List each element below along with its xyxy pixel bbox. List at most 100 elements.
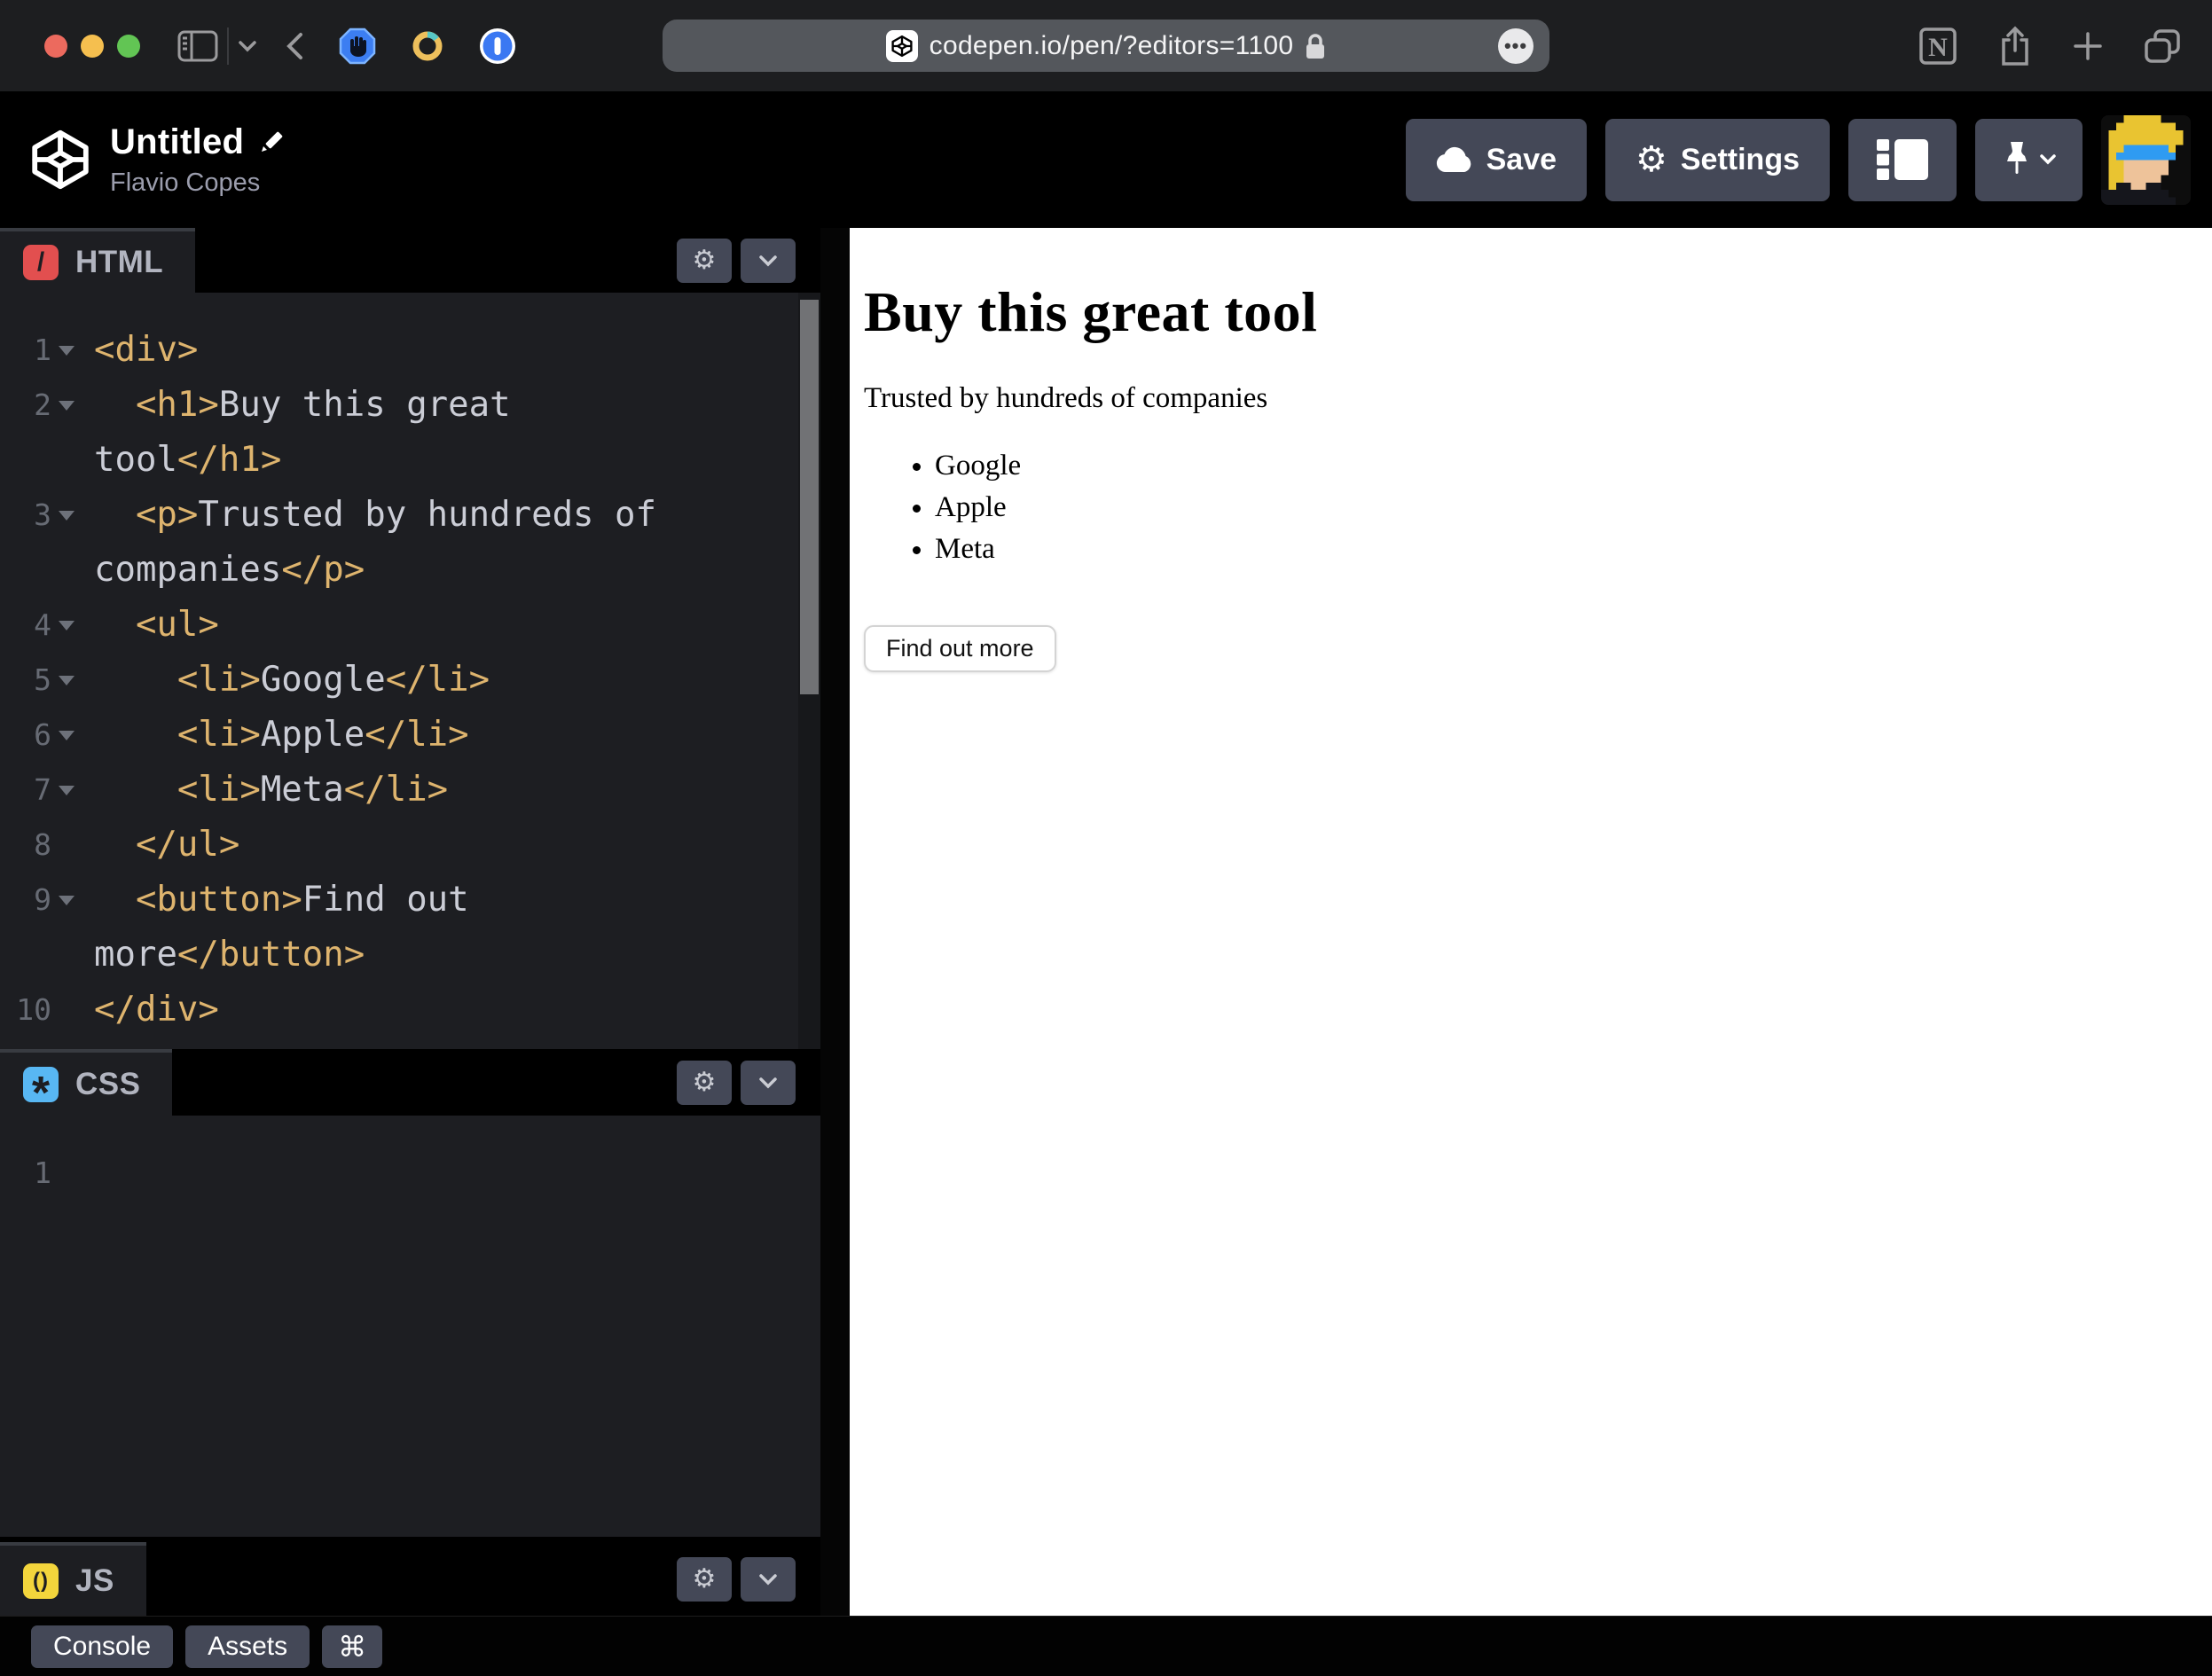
line-gutter[interactable] [0, 928, 82, 983]
line-number: 2 [34, 388, 51, 422]
zoom-window-button[interactable] [117, 34, 140, 58]
code-tag: <li> [176, 660, 261, 700]
js-collapse-button[interactable] [741, 1556, 796, 1602]
preview-heading: Buy this great tool [864, 280, 1318, 343]
sidebar-toggle-icon[interactable] [177, 30, 218, 62]
console-button[interactable]: Console [31, 1625, 174, 1668]
fold-arrow-icon[interactable] [59, 396, 76, 414]
code-text: <li>Apple</li> [82, 708, 469, 763]
change-view-button[interactable] [1848, 118, 1957, 201]
line-gutter[interactable]: 4 [0, 598, 82, 653]
code-text: tool</h1> [82, 433, 281, 488]
line-gutter[interactable] [0, 543, 82, 598]
code-tag: <li> [176, 770, 261, 810]
minimize-window-button[interactable] [81, 34, 104, 58]
notion-extension-icon[interactable]: N [1918, 26, 1958, 67]
codepen-logo[interactable] [28, 128, 92, 192]
fold-arrow-placeholder [59, 836, 76, 854]
line-number: 7 [34, 772, 51, 807]
code-tag: <li> [176, 715, 261, 755]
find-out-more-button[interactable]: Find out more [864, 625, 1056, 672]
ring-extension-icon[interactable] [410, 28, 445, 64]
code-text: <div> [82, 323, 198, 378]
pin-button[interactable] [1975, 118, 2083, 201]
url-text: codepen.io/pen/?editors=1100 [929, 30, 1294, 60]
tab-html[interactable]: / HTML [0, 228, 196, 293]
css-settings-button[interactable]: ⚙ [677, 1060, 732, 1105]
line-gutter[interactable]: 9 [0, 873, 82, 928]
fold-arrow-icon[interactable] [59, 891, 76, 909]
line-gutter[interactable]: 8 [0, 818, 82, 873]
code-text: <h1>Buy this great [82, 378, 511, 433]
address-bar[interactable]: codepen.io/pen/?editors=1100 ••• [663, 20, 1549, 72]
fold-arrow-placeholder [59, 561, 76, 579]
line-number: 9 [34, 882, 51, 917]
code-tag: </li> [365, 715, 469, 755]
back-button-icon[interactable] [284, 31, 305, 61]
onepassword-extension-icon[interactable] [479, 27, 516, 65]
html-settings-button[interactable]: ⚙ [677, 238, 732, 283]
page-settings-icon[interactable]: ••• [1498, 27, 1533, 64]
tab-css[interactable]: * CSS [0, 1049, 173, 1119]
fold-arrow-icon[interactable] [59, 726, 76, 744]
code-text: <p>Trusted by hundreds of [82, 488, 656, 543]
code-line: 8 </ul> [0, 818, 820, 873]
pen-author[interactable]: Flavio Copes [110, 168, 285, 198]
save-button[interactable]: Save [1405, 118, 1588, 201]
toolbar-separator [227, 27, 229, 65]
line-gutter[interactable] [0, 433, 82, 488]
scrollbar-thumb[interactable] [800, 300, 819, 694]
user-avatar[interactable] [2101, 114, 2191, 205]
css-code-editor[interactable]: 1 [0, 1116, 820, 1537]
line-number: 3 [34, 497, 51, 532]
code-line: 9 <button>Find out [0, 873, 820, 928]
preview-list-item: Google [935, 445, 2198, 487]
code-tag: </p> [281, 550, 365, 590]
code-tag: </ul> [135, 825, 240, 865]
html-code-editor[interactable]: 1 <div> 2 <h1>Buy this great tool</h1> 3 <p>Tr… [0, 293, 820, 1049]
js-settings-button[interactable]: ⚙ [677, 1556, 732, 1602]
fold-arrow-icon[interactable] [59, 506, 76, 524]
line-gutter[interactable]: 1 [0, 323, 82, 378]
pen-title-block: Untitled Flavio Copes [110, 122, 285, 198]
css-editor-section: * CSS ⚙ 1 [0, 1049, 820, 1537]
tab-js[interactable]: () JS [0, 1542, 146, 1616]
code-text: <li>Meta</li> [82, 763, 448, 818]
line-gutter[interactable]: 3 [0, 488, 82, 543]
code-text: <button>Find out [82, 873, 469, 928]
fold-arrow-icon[interactable] [59, 781, 76, 799]
share-icon[interactable] [1997, 25, 2033, 67]
css-collapse-button[interactable] [741, 1060, 796, 1105]
codepen-favicon [885, 29, 918, 62]
tab-overview-icon[interactable] [2143, 27, 2182, 65]
header-actions: Save ⚙ Settings [1405, 114, 2191, 205]
fold-arrow-icon[interactable] [59, 671, 76, 689]
code-text: <li>Google</li> [82, 653, 490, 708]
line-gutter[interactable]: 10 [0, 983, 82, 1038]
keyboard-shortcuts-button[interactable]: ⌘ [322, 1625, 383, 1668]
assets-button[interactable]: Assets [185, 1625, 310, 1668]
chevron-down-icon [759, 255, 777, 266]
code-tag: <p> [135, 495, 199, 535]
line-gutter[interactable]: 5 [0, 653, 82, 708]
code-line: 6 <li>Apple</li> [0, 708, 820, 763]
lock-icon [1305, 32, 1326, 60]
line-gutter[interactable]: 2 [0, 378, 82, 433]
fold-arrow-icon[interactable] [59, 341, 76, 359]
edit-pencil-icon[interactable] [258, 129, 285, 155]
fold-arrow-icon[interactable] [59, 616, 76, 634]
save-label: Save [1486, 142, 1557, 176]
code-content: companies [94, 550, 282, 590]
line-gutter[interactable]: 6 [0, 708, 82, 763]
line-gutter[interactable]: 7 [0, 763, 82, 818]
line-gutter[interactable]: 1 [0, 1146, 82, 1201]
gear-icon: ⚙ [692, 1562, 717, 1594]
settings-button[interactable]: ⚙ Settings [1605, 118, 1830, 201]
chevron-down-icon[interactable] [238, 40, 257, 52]
new-tab-icon[interactable] [2072, 30, 2104, 62]
line-number: 1 [34, 1155, 51, 1190]
html-collapse-button[interactable] [741, 238, 796, 283]
close-window-button[interactable] [44, 34, 67, 58]
content-blocker-extension-icon[interactable] [339, 27, 376, 65]
editor-preview-divider[interactable] [820, 228, 850, 1616]
